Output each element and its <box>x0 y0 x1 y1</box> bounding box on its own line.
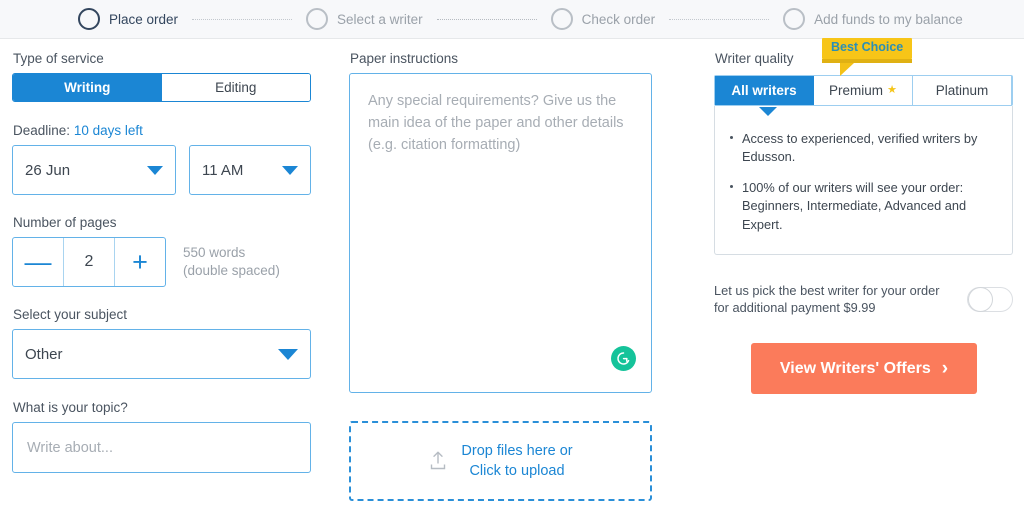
stepper-step-label: Select a writer <box>337 11 423 27</box>
pages-value[interactable]: 2 <box>64 238 114 286</box>
writer-quality-card: Access to experienced, verified writers … <box>714 106 1013 255</box>
deadline-date-select[interactable]: 26 Jun <box>12 145 176 195</box>
tab-platinum[interactable]: Platinum <box>913 76 1012 105</box>
stepper-step-check-order[interactable]: Check order <box>550 8 656 30</box>
pick-best-writer-line-1: Let us pick the best writer for your ord… <box>714 282 940 298</box>
word-count-value: 550 words <box>183 244 246 260</box>
subject-value: Other <box>25 345 63 363</box>
best-choice-label: Best Choice <box>822 38 913 59</box>
upload-icon <box>431 451 446 470</box>
paper-instructions-column: Paper instructions Drop files here or Cl… <box>340 39 712 524</box>
writer-quality-tabs: All writers Premium ★ Platinum <box>714 75 1013 116</box>
type-of-service-label: Type of service <box>13 51 104 66</box>
active-tab-pointer-icon <box>759 107 777 116</box>
stepper-step-label: Place order <box>109 11 179 27</box>
stepper-step-add-funds[interactable]: Add funds to my balance <box>783 8 963 30</box>
deadline-selects: 26 Jun 11 AM <box>12 145 340 195</box>
best-choice-tail <box>840 62 854 76</box>
view-writers-offers-button[interactable]: View Writers' Offers › <box>751 343 977 395</box>
type-of-service-toggle[interactable]: Writing Editing <box>12 73 311 102</box>
paper-instructions-box <box>349 73 652 393</box>
stepper-connector <box>669 18 770 20</box>
step-circle-icon <box>306 8 329 30</box>
deadline-label: Deadline: 10 days left <box>13 123 340 138</box>
tab-all-writers-label: All writers <box>731 83 797 98</box>
chevron-down-icon <box>282 165 298 175</box>
tab-all-writers[interactable]: All writers <box>715 76 814 105</box>
pick-best-writer-toggle[interactable] <box>967 286 1013 312</box>
dropzone-text: Drop files here or Click to upload <box>461 441 572 481</box>
view-writers-offers-label: View Writers' Offers <box>779 359 931 377</box>
file-dropzone[interactable]: Drop files here or Click to upload <box>349 421 652 501</box>
step-circle-icon <box>783 8 806 30</box>
writer-quality-bullet-list: Access to experienced, verified writers … <box>729 130 996 234</box>
toggle-knob <box>968 286 993 312</box>
tab-premium[interactable]: Premium ★ <box>814 76 913 105</box>
list-item: Access to experienced, verified writers … <box>729 130 996 166</box>
deadline-date-value: 26 Jun <box>25 161 71 179</box>
stepper-step-label: Add funds to my balance <box>814 11 963 27</box>
order-progress-stepper: Place order Select a writer Check order … <box>0 0 1024 39</box>
stepper-connector <box>436 18 537 20</box>
subject-select[interactable]: Other <box>12 329 311 379</box>
number-of-pages-label: Number of pages <box>13 215 117 230</box>
pick-best-writer-row: Let us pick the best writer for your ord… <box>714 282 1013 317</box>
step-circle-icon <box>550 8 573 30</box>
pick-best-writer-line-2: for additional payment $9.99 <box>714 300 876 316</box>
pages-quantity-stepper[interactable]: — 2 + <box>12 237 166 287</box>
stepper-step-label: Check order <box>581 11 656 27</box>
deadline-time-select[interactable]: 11 AM <box>189 145 311 195</box>
subject-label: Select your subject <box>13 307 128 322</box>
order-options-column: Type of service Writing Editing Deadline… <box>0 39 340 524</box>
dropzone-line-1: Drop files here or <box>461 443 573 459</box>
deadline-days-left: 10 days left <box>73 123 143 138</box>
list-item: 100% of our writers will see your order:… <box>729 179 996 233</box>
star-icon: ★ <box>887 84 897 96</box>
step-circle-icon <box>78 8 100 30</box>
writer-quality-column: Best Choice Writer quality All writers P… <box>712 38 1024 524</box>
topic-label: What is your topic? <box>13 400 128 415</box>
grammarly-icon[interactable] <box>611 346 636 371</box>
stepper-connector <box>192 18 293 20</box>
topic-input[interactable] <box>12 422 311 473</box>
best-choice-badge: Best Choice <box>822 38 913 76</box>
pick-best-writer-text: Let us pick the best writer for your ord… <box>714 282 939 317</box>
best-choice-fold <box>822 58 913 63</box>
service-option-writing[interactable]: Writing <box>13 74 162 101</box>
writer-quality-header: Best Choice Writer quality <box>714 38 1012 76</box>
chevron-down-icon <box>147 165 163 175</box>
deadline-time-value: 11 AM <box>202 161 244 179</box>
increase-pages-button[interactable]: + <box>114 238 165 286</box>
paper-instructions-label: Paper instructions <box>350 51 459 66</box>
stepper-step-place-order[interactable]: Place order <box>78 8 178 30</box>
service-option-editing[interactable]: Editing <box>161 74 310 101</box>
word-count-spacing: (double spaced) <box>183 263 280 278</box>
word-count-hint: 550 words (double spaced) <box>183 244 280 280</box>
paper-instructions-textarea[interactable] <box>350 74 651 392</box>
deadline-label-prefix: Deadline: <box>13 123 71 138</box>
chevron-right-icon: › <box>941 358 949 380</box>
decrease-pages-button[interactable]: — <box>13 238 64 286</box>
dropzone-line-2: Click to upload <box>469 463 565 479</box>
number-of-pages-row: — 2 + 550 words (double spaced) <box>12 237 340 287</box>
chevron-down-icon <box>278 349 298 361</box>
tab-premium-label: Premium <box>829 83 884 98</box>
tab-platinum-label: Platinum <box>935 83 989 98</box>
stepper-step-select-a-writer[interactable]: Select a writer <box>306 8 423 30</box>
